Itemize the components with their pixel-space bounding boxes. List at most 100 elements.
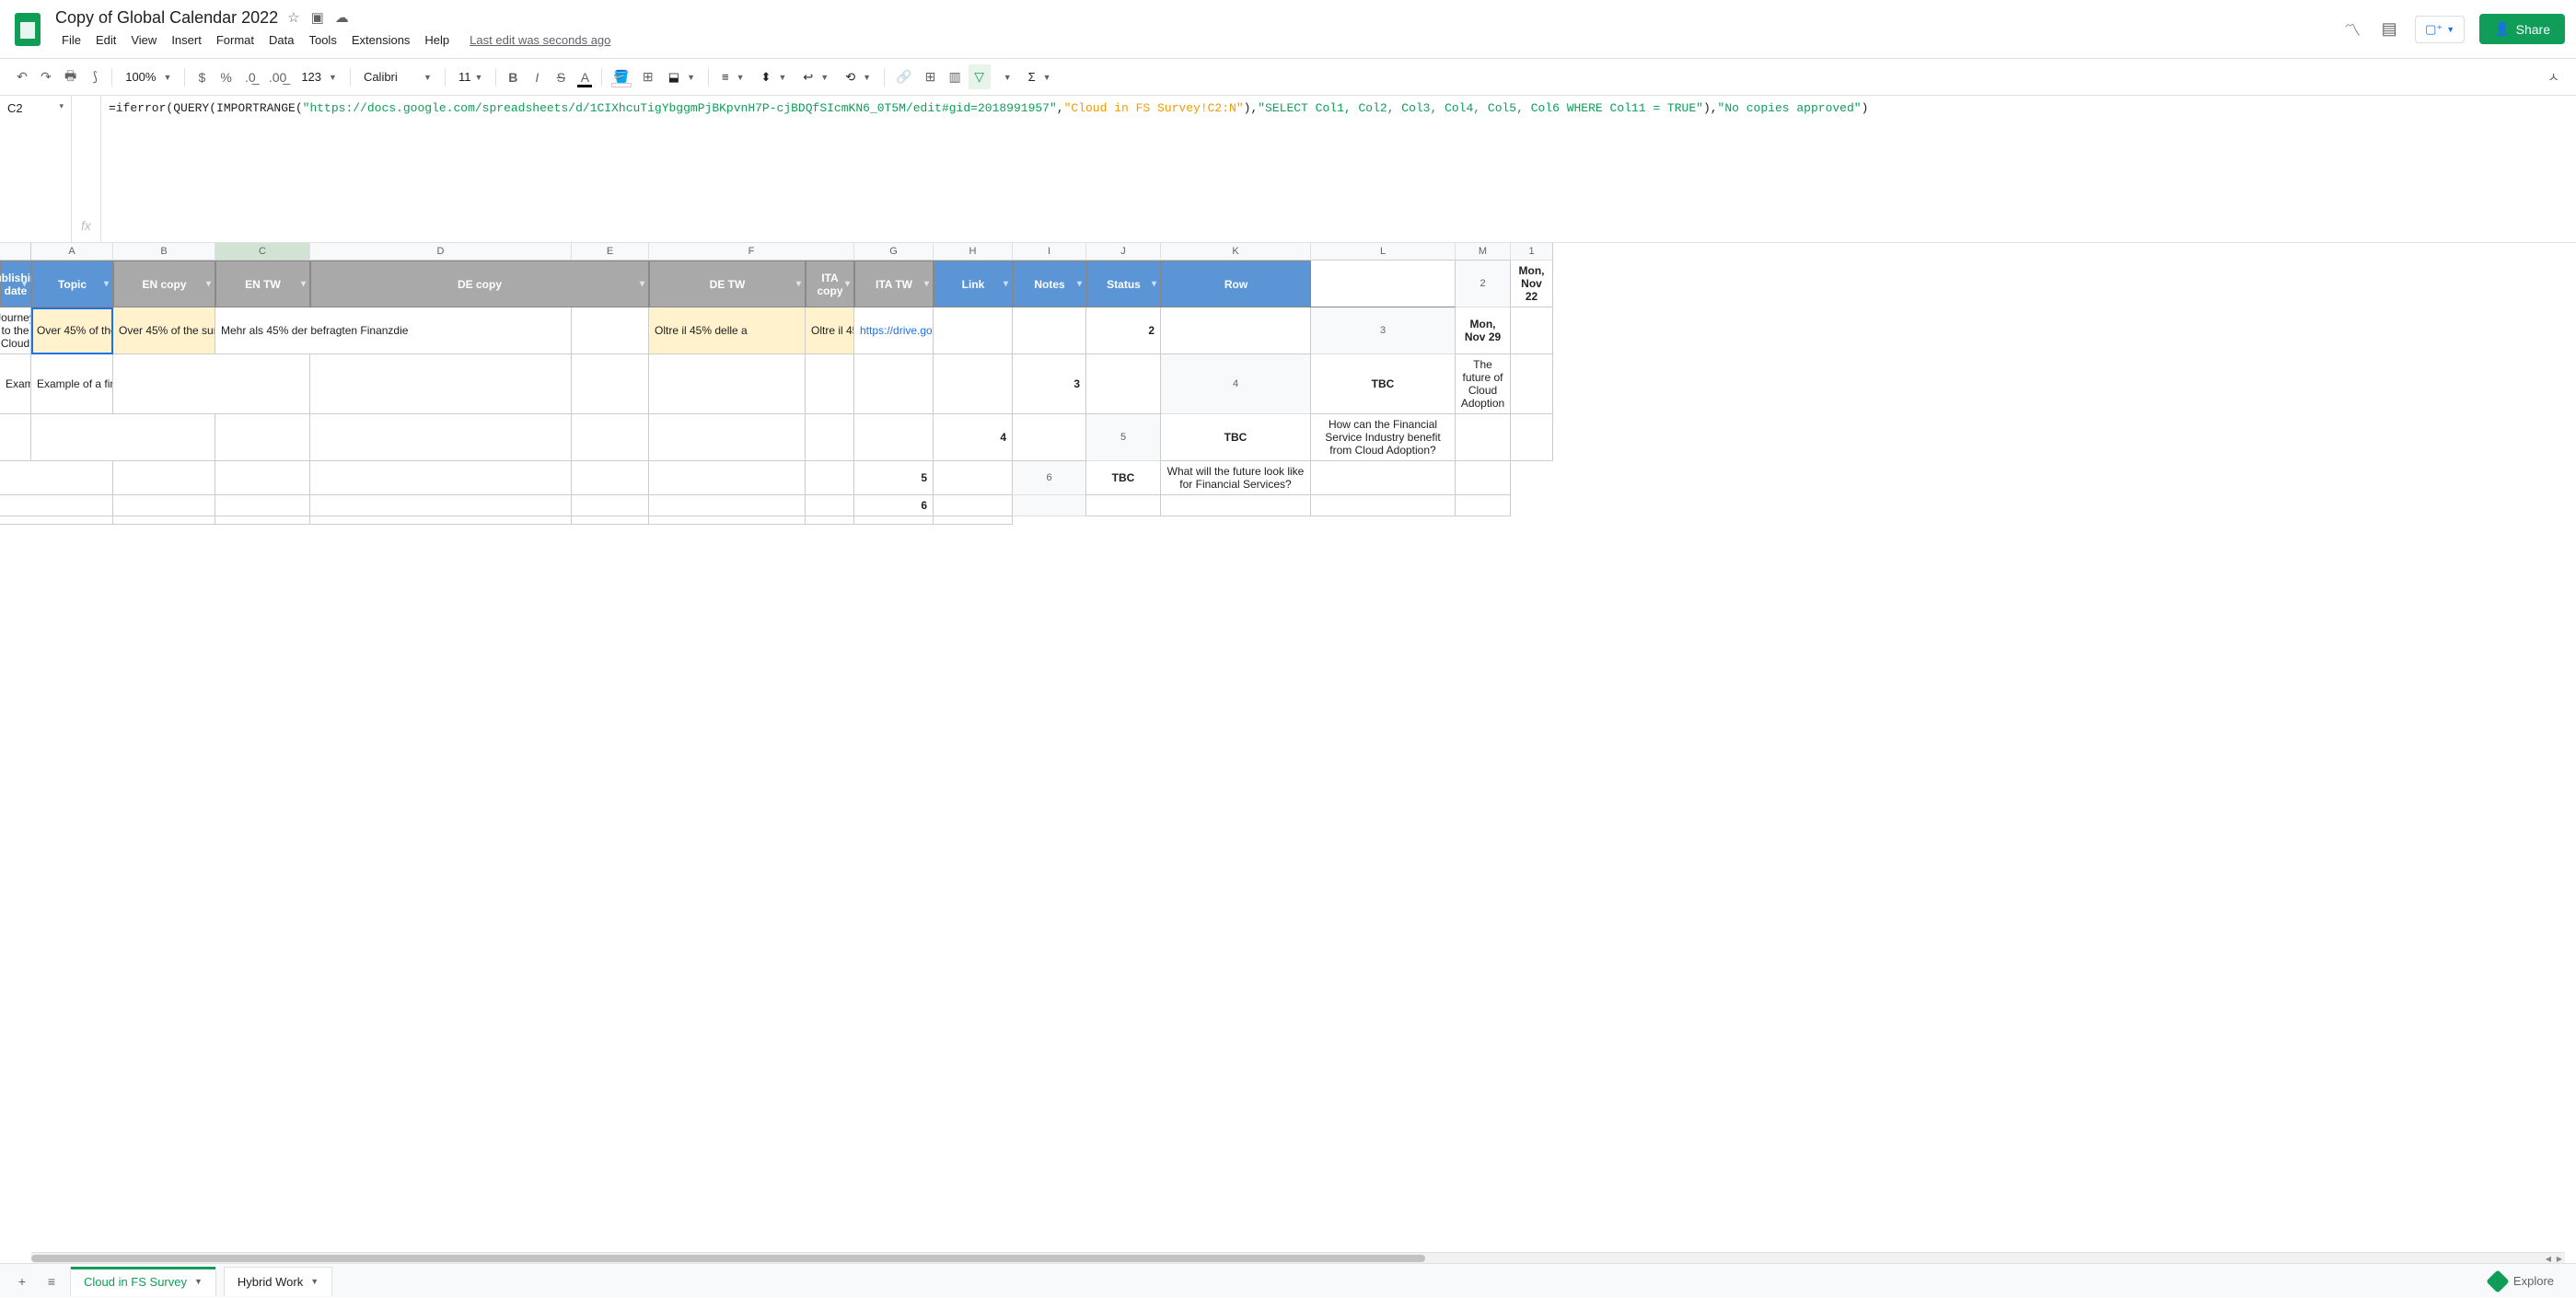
cell[interactable] [310, 354, 572, 414]
filter-button[interactable]: ▽ [969, 64, 991, 89]
cell[interactable]: Oltre il 45% delle a [806, 307, 854, 354]
col-header-h[interactable]: H [934, 243, 1013, 261]
menu-data[interactable]: Data [262, 29, 300, 51]
row-header-1[interactable]: 1 [1511, 243, 1553, 261]
percent-button[interactable]: % [215, 65, 237, 89]
cell[interactable]: Mon, Nov 22 [1511, 261, 1553, 307]
filter-icon[interactable]: ▾ [796, 279, 801, 289]
paint-format-button[interactable]: ⟆ [84, 64, 106, 89]
filter-icon[interactable]: ▾ [640, 279, 644, 289]
cell[interactable] [1161, 495, 1311, 516]
insert-comment-button[interactable]: ⊞ [919, 64, 941, 89]
cell[interactable]: What will the future look like for Finan… [1161, 461, 1311, 495]
filter-icon[interactable]: ▾ [206, 279, 211, 289]
row-header[interactable]: 3 [1311, 307, 1456, 354]
explore-button[interactable]: Explore [2478, 1268, 2565, 1295]
cell[interactable] [1013, 414, 1086, 461]
spreadsheet-grid[interactable]: A B C D E F G H I J K L M 1 Publishing d… [0, 243, 2576, 1257]
menu-extensions[interactable]: Extensions [345, 29, 417, 51]
redo-button[interactable]: ↷ [35, 64, 57, 89]
cell[interactable] [934, 307, 1013, 354]
cell[interactable]: TBC [1311, 354, 1456, 414]
filter-icon[interactable]: ▾ [22, 279, 27, 289]
cell[interactable] [310, 461, 572, 495]
filter-icon[interactable]: ▾ [104, 279, 109, 289]
cell[interactable] [215, 495, 310, 516]
merge-button[interactable]: ⬓▼ [661, 66, 702, 88]
col-header-k[interactable]: K [1161, 243, 1311, 261]
sheets-logo[interactable] [11, 13, 44, 46]
cell[interactable] [572, 516, 649, 525]
cell[interactable] [572, 307, 649, 354]
row-header[interactable]: 6 [1013, 461, 1086, 495]
filter-icon[interactable]: ▾ [845, 279, 850, 289]
row-header[interactable]: 4 [1161, 354, 1311, 414]
cell[interactable] [1456, 461, 1511, 495]
currency-button[interactable]: $ [191, 65, 213, 89]
cell[interactable] [806, 354, 854, 414]
italic-button[interactable]: I [526, 65, 548, 89]
col-header-a[interactable]: A [31, 243, 113, 261]
borders-button[interactable]: ⊞ [637, 64, 659, 89]
cell[interactable]: Example copy for a fou [0, 354, 31, 414]
number-format-select[interactable]: 123▼ [294, 66, 344, 87]
cell[interactable]: Mehr als 45% der befragten Finanzdie [215, 307, 572, 354]
header-status[interactable]: Status▾ [1086, 261, 1161, 307]
cloud-status-icon[interactable]: ☁ [335, 9, 349, 26]
cell[interactable]: Over 45% of the surveyed Financial Servi… [113, 307, 215, 354]
share-button[interactable]: 👤 Share [2479, 14, 2565, 44]
cell[interactable] [31, 414, 215, 461]
select-all-corner[interactable] [0, 243, 31, 261]
cell[interactable] [1161, 307, 1311, 354]
cell[interactable]: How can the Financial Service Industry b… [1311, 414, 1456, 461]
star-icon[interactable]: ☆ [287, 9, 299, 26]
cell[interactable] [310, 516, 572, 525]
name-box[interactable]: C2 ▾ [0, 96, 72, 242]
cell[interactable] [0, 495, 113, 516]
cell[interactable] [572, 495, 649, 516]
cell[interactable]: Journey to the Cloud [0, 307, 31, 354]
functions-button[interactable]: Σ▼ [1021, 66, 1059, 87]
vertical-align-button[interactable]: ⬍▼ [754, 66, 795, 88]
header-ita-tw[interactable]: ITA TW▾ [854, 261, 934, 307]
cell[interactable] [215, 516, 310, 525]
cell[interactable]: TBC [1161, 414, 1311, 461]
text-rotation-button[interactable]: ⟲▼ [838, 66, 878, 88]
cell[interactable] [1311, 461, 1456, 495]
font-select[interactable]: Calibri▼ [356, 66, 439, 87]
cell[interactable] [310, 414, 572, 461]
col-header-l[interactable]: L [1311, 243, 1456, 261]
cell[interactable] [0, 461, 113, 495]
cell[interactable] [649, 414, 806, 461]
horizontal-scrollbar[interactable]: ◀ ▶ [31, 1252, 2565, 1263]
cell[interactable] [1511, 307, 1553, 354]
cell[interactable] [649, 461, 806, 495]
header-de-copy[interactable]: DE copy▾ [310, 261, 649, 307]
col-header-d[interactable]: D [310, 243, 572, 261]
comment-history-icon[interactable]: ▤ [2378, 18, 2400, 41]
cell[interactable]: 3 [1013, 354, 1086, 414]
cell[interactable]: Oltre il 45% delle a [649, 307, 806, 354]
header-notes[interactable]: Notes▾ [1013, 261, 1086, 307]
col-header-f[interactable]: F [649, 243, 854, 261]
font-size-select[interactable]: 11▼ [451, 66, 490, 87]
collapse-toolbar-button[interactable]: ㅅ [2542, 64, 2565, 91]
row-header[interactable]: 2 [1456, 261, 1511, 307]
sheet-tab-cloud-fs[interactable]: Cloud in FS Survey▼ [70, 1267, 216, 1296]
menu-file[interactable]: File [55, 29, 87, 51]
filter-icon[interactable]: ▾ [1152, 279, 1156, 289]
row-header[interactable]: 5 [1086, 414, 1161, 461]
col-header-m[interactable]: M [1456, 243, 1511, 261]
filter-views-button[interactable]: ▼ [992, 69, 1019, 86]
filter-icon[interactable]: ▾ [1004, 279, 1008, 289]
menu-edit[interactable]: Edit [89, 29, 122, 51]
text-wrap-button[interactable]: ↩▼ [795, 66, 836, 88]
cell[interactable] [1511, 354, 1553, 414]
col-header-b[interactable]: B [113, 243, 215, 261]
cell[interactable]: 2 [1086, 307, 1161, 354]
filter-icon[interactable]: ▾ [1077, 279, 1082, 289]
cell[interactable] [0, 516, 113, 525]
cell[interactable]: TBC [1086, 461, 1161, 495]
cell[interactable]: Over 45% of the surveyed [31, 307, 113, 354]
menu-insert[interactable]: Insert [165, 29, 208, 51]
